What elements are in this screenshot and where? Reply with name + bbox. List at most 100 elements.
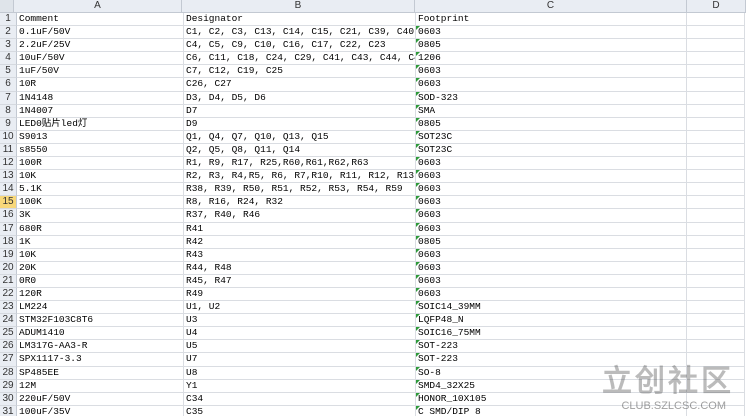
cell-comment[interactable]: 100uF/35V (17, 405, 184, 416)
cell-footprint[interactable]: 0805 (416, 235, 687, 249)
cell-comment[interactable]: 680R (17, 222, 184, 236)
cell-footprint[interactable]: 0603 (416, 78, 687, 92)
row-header[interactable]: 2 (0, 26, 17, 40)
cell-designator[interactable]: U7 (184, 353, 416, 367)
error-flag-icon[interactable] (416, 183, 420, 188)
cell-comment[interactable]: SPX1117-3.3 (17, 353, 184, 367)
cell-empty[interactable] (687, 143, 745, 158)
row-header[interactable]: 24 (0, 314, 17, 328)
error-flag-icon[interactable] (416, 314, 420, 319)
error-flag-icon[interactable] (416, 157, 420, 162)
error-flag-icon[interactable] (416, 405, 420, 410)
cell-empty[interactable] (687, 314, 745, 328)
error-flag-icon[interactable] (416, 248, 420, 253)
cell-empty[interactable] (687, 104, 745, 118)
cell-comment[interactable]: 10R (17, 78, 184, 92)
error-flag-icon[interactable] (416, 26, 420, 31)
cell-footprint[interactable]: 0603 (416, 287, 687, 302)
cell-comment[interactable]: Comment (17, 13, 184, 27)
cell-designator[interactable]: R43 (184, 248, 416, 262)
cell-footprint[interactable]: Footprint (416, 13, 687, 27)
cell-comment[interactable]: 12M (17, 379, 184, 393)
error-flag-icon[interactable] (416, 301, 420, 306)
cell-empty[interactable] (687, 340, 745, 354)
cell-empty[interactable] (687, 301, 745, 315)
cell-comment[interactable]: LM317G-AA3-R (17, 340, 184, 354)
row-header[interactable]: 10 (0, 130, 17, 144)
cell-designator[interactable]: Y1 (184, 379, 416, 393)
error-flag-icon[interactable] (416, 340, 420, 345)
row-header[interactable]: 26 (0, 340, 17, 354)
cell-empty[interactable] (687, 130, 745, 144)
cell-designator[interactable]: U4 (184, 327, 416, 341)
cell-footprint[interactable]: SOT-223 (416, 340, 687, 354)
row-header[interactable]: 23 (0, 301, 17, 315)
cell-comment[interactable]: 20K (17, 261, 184, 275)
error-flag-icon[interactable] (416, 143, 420, 148)
cell-designator[interactable]: C34 (184, 392, 416, 406)
cell-empty[interactable] (687, 13, 745, 27)
cell-footprint[interactable]: 0603 (416, 209, 687, 223)
cell-footprint[interactable]: 0805 (416, 117, 687, 131)
cell-designator[interactable]: C6, C11, C18, C24, C29, C41, C43, C44, C… (184, 52, 416, 66)
error-flag-icon[interactable] (416, 235, 420, 240)
cell-comment[interactable]: 100R (17, 157, 184, 171)
error-flag-icon[interactable] (416, 78, 420, 83)
error-flag-icon[interactable] (416, 170, 420, 175)
cell-designator[interactable]: C35 (184, 405, 416, 416)
error-flag-icon[interactable] (416, 287, 420, 292)
cell-comment[interactable]: 5.1K (17, 183, 184, 197)
cell-empty[interactable] (687, 274, 745, 288)
column-header-a[interactable]: A (14, 0, 182, 12)
cell-comment[interactable]: 0R0 (17, 274, 184, 288)
select-all-corner[interactable] (0, 0, 14, 12)
cell-empty[interactable] (687, 248, 745, 262)
cell-designator[interactable]: Designator (184, 13, 416, 27)
row-header[interactable]: 19 (0, 248, 17, 262)
cell-designator[interactable]: Q1, Q4, Q7, Q10, Q13, Q15 (184, 130, 416, 144)
cell-comment[interactable]: s8550 (17, 143, 184, 158)
row-header[interactable]: 17 (0, 222, 17, 236)
cell-comment[interactable]: 2.2uF/25V (17, 39, 184, 53)
cell-designator[interactable]: R45, R47 (184, 274, 416, 288)
cell-comment[interactable]: LED0贴片led灯 (17, 117, 184, 131)
cell-designator[interactable]: D9 (184, 117, 416, 131)
row-header[interactable]: 27 (0, 353, 17, 367)
error-flag-icon[interactable] (416, 353, 420, 358)
cell-designator[interactable]: U5 (184, 340, 416, 354)
cell-footprint[interactable]: SOT23C (416, 130, 687, 144)
cell-footprint[interactable]: 0805 (416, 39, 687, 53)
cell-designator[interactable]: U3 (184, 314, 416, 328)
row-header[interactable]: 20 (0, 261, 17, 275)
cell-footprint[interactable]: 0603 (416, 261, 687, 275)
cell-empty[interactable] (687, 78, 745, 92)
error-flag-icon[interactable] (416, 117, 420, 122)
cell-comment[interactable]: 0.1uF/50V (17, 26, 184, 40)
error-flag-icon[interactable] (416, 379, 420, 384)
cell-designator[interactable]: R1, R9, R17, R25,R60,R61,R62,R63 (184, 157, 416, 171)
row-header[interactable]: 14 (0, 183, 17, 197)
error-flag-icon[interactable] (416, 196, 420, 201)
cell-footprint[interactable]: 0603 (416, 157, 687, 171)
cell-comment[interactable]: 3K (17, 209, 184, 223)
cell-designator[interactable]: C26, C27 (184, 78, 416, 92)
row-header[interactable]: 5 (0, 65, 17, 79)
cell-comment[interactable]: 1K (17, 235, 184, 249)
cell-designator[interactable]: R41 (184, 222, 416, 236)
error-flag-icon[interactable] (416, 366, 420, 371)
cell-designator[interactable]: R42 (184, 235, 416, 249)
row-header[interactable]: 30 (0, 392, 17, 406)
error-flag-icon[interactable] (416, 39, 420, 44)
cell-comment[interactable]: 1N4148 (17, 91, 184, 105)
cell-footprint[interactable]: 0603 (416, 274, 687, 288)
cell-designator[interactable]: R8, R16, R24, R32 (184, 196, 416, 210)
cell-footprint[interactable]: SOIC14_39MM (416, 301, 687, 315)
cell-comment[interactable]: ADUM1410 (17, 327, 184, 341)
error-flag-icon[interactable] (416, 261, 420, 266)
row-header[interactable]: 31 (0, 405, 17, 416)
cell-empty[interactable] (687, 157, 745, 171)
cell-comment[interactable]: 10K (17, 170, 184, 184)
cell-empty[interactable] (687, 261, 745, 275)
cell-footprint[interactable]: 0603 (416, 183, 687, 197)
row-header[interactable]: 22 (0, 287, 17, 302)
